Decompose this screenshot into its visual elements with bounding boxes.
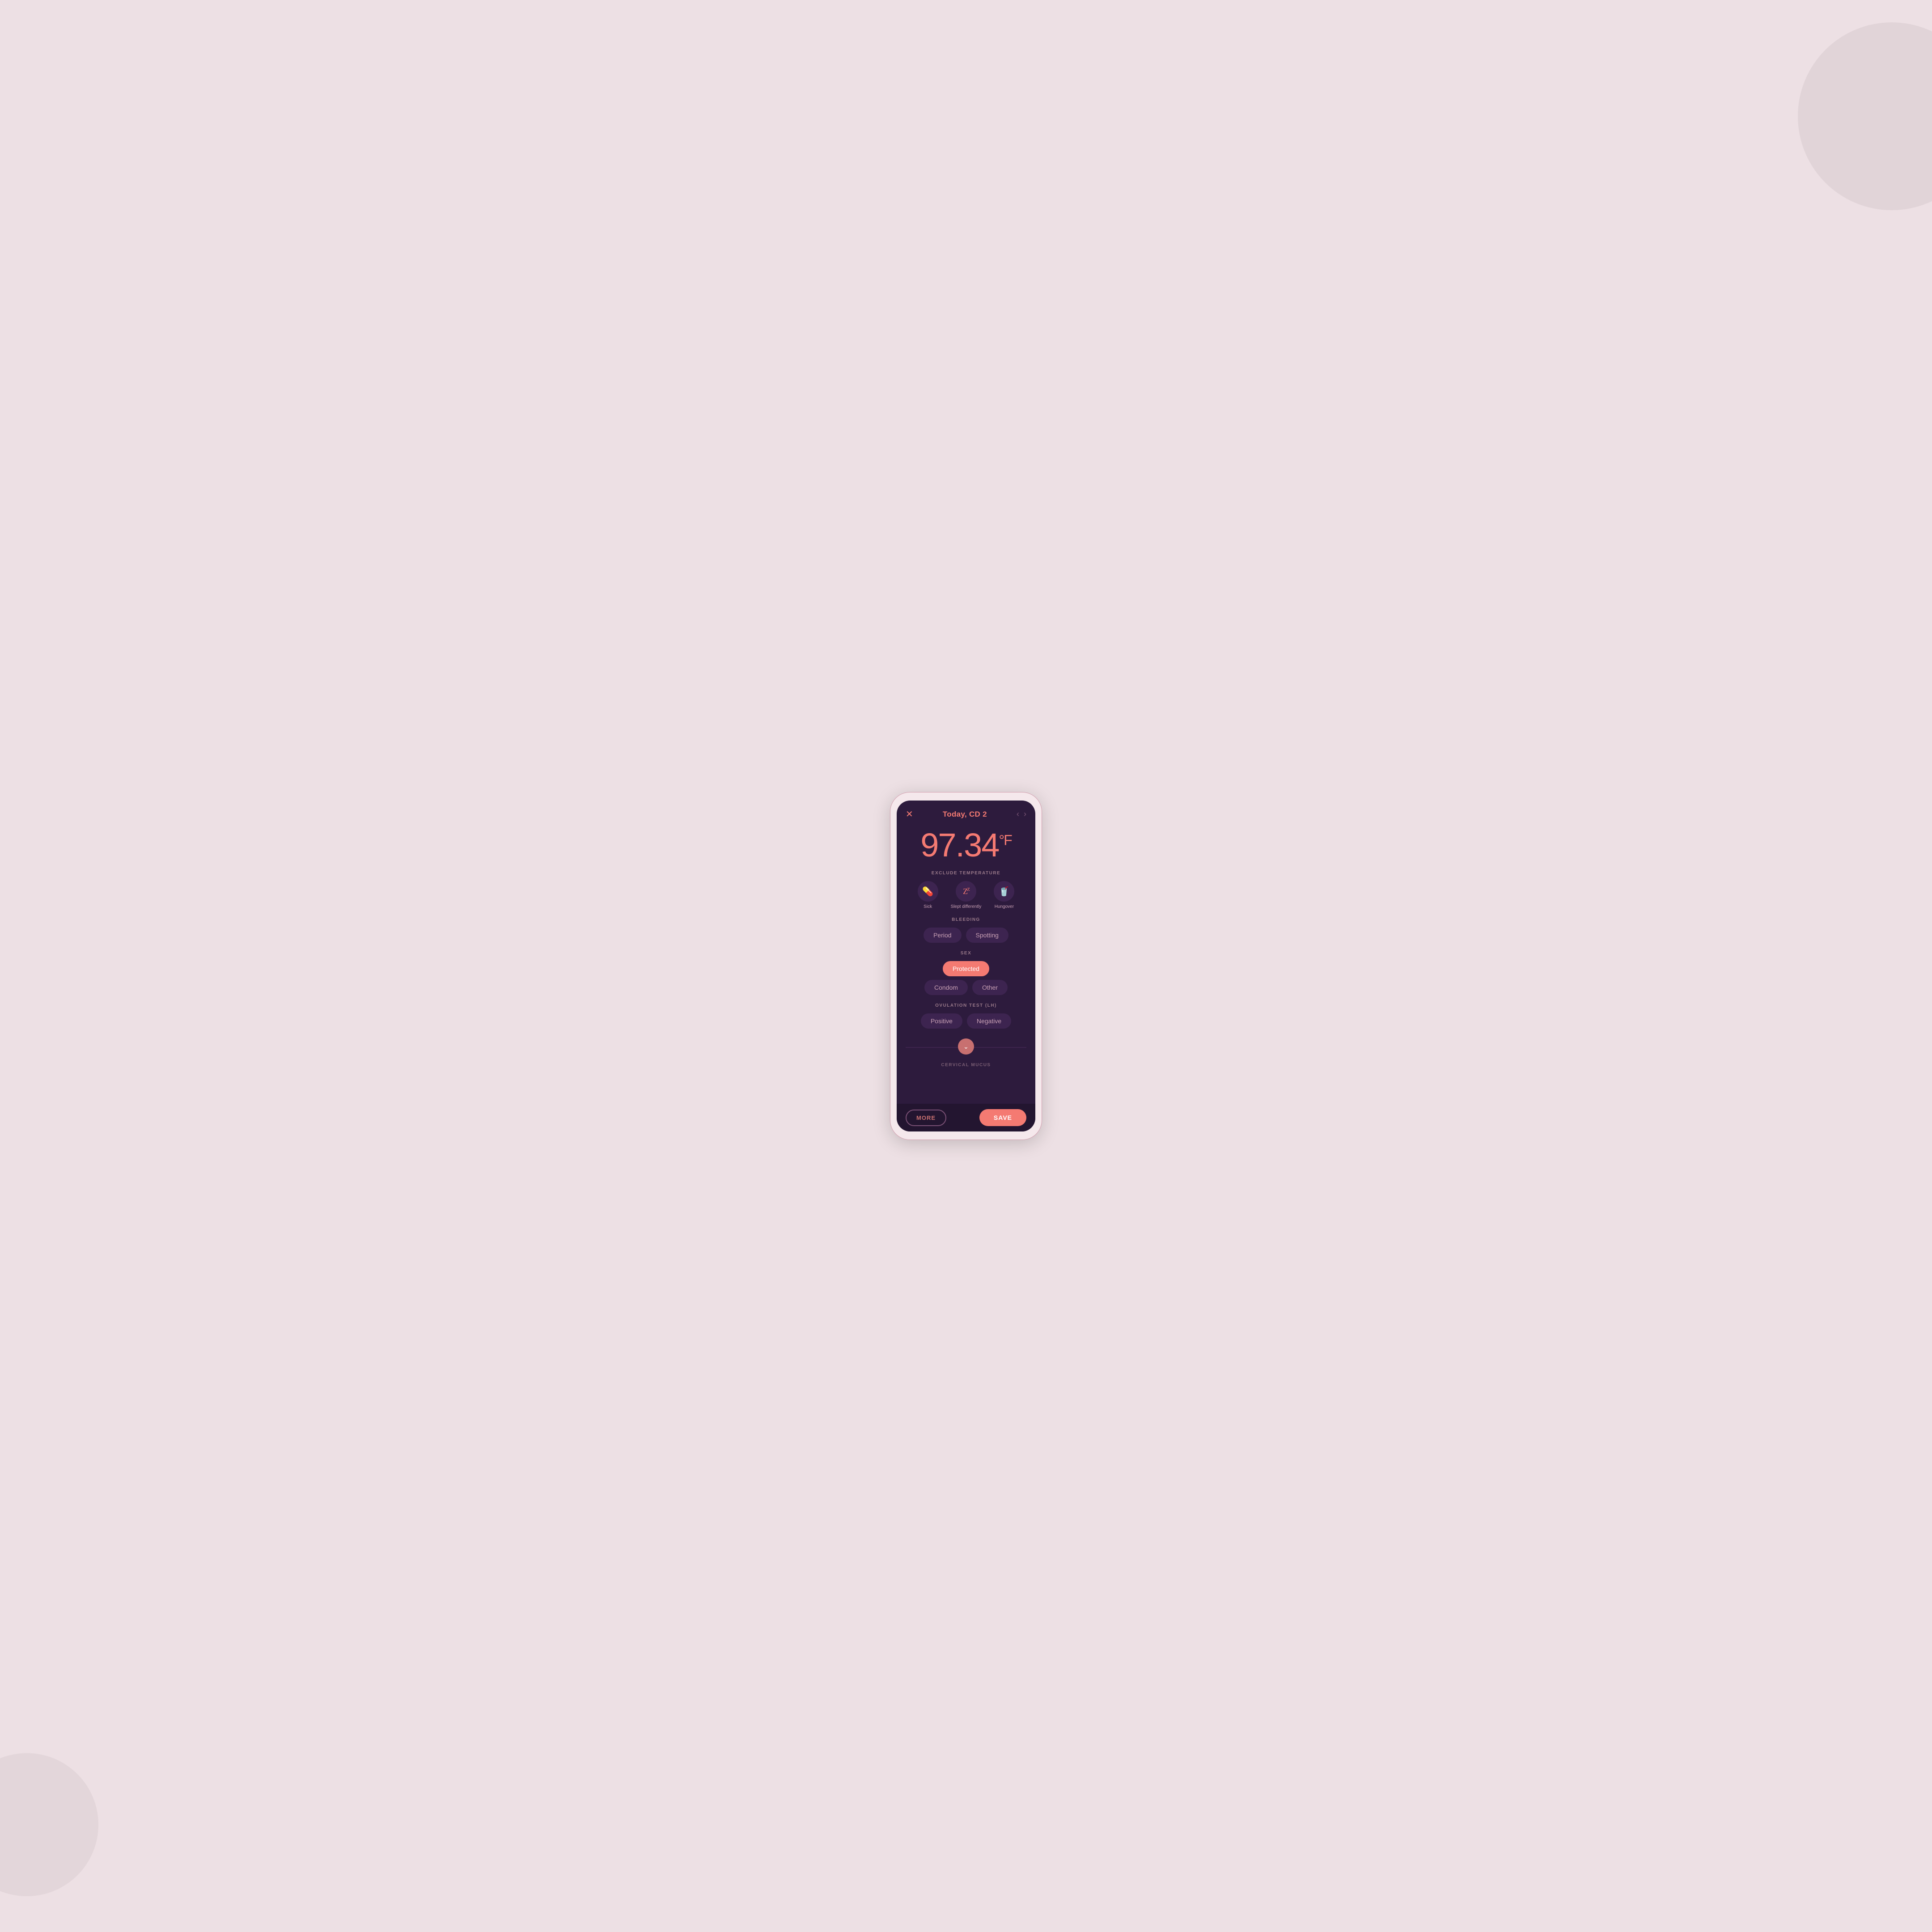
exclude-item-sick[interactable]: 💊 Sick bbox=[918, 881, 938, 909]
exclude-temperature-label: EXCLUDE TEMPERATURE bbox=[906, 871, 1026, 876]
cervical-mucus-label: CERVICAL MUCUS bbox=[897, 1060, 1035, 1070]
phone-frame: ✕ Today, CD 2 ‹ › 97.34°F EXCLUDE TEMPER… bbox=[890, 792, 1042, 1140]
other-button[interactable]: Other bbox=[972, 980, 1008, 995]
exclude-icons-row: 💊 Sick ZZ Slept differently 🥤 Hungover bbox=[906, 881, 1026, 909]
condom-button[interactable]: Condom bbox=[924, 980, 968, 995]
bleeding-section: BLEEDING Period Spotting bbox=[897, 917, 1035, 949]
divider-section: ⌄ bbox=[897, 1035, 1035, 1060]
slept-differently-label: Slept differently bbox=[951, 904, 982, 909]
screen-content: ✕ Today, CD 2 ‹ › 97.34°F EXCLUDE TEMPER… bbox=[897, 801, 1035, 1104]
bottom-bar: MORE SAVE bbox=[897, 1104, 1035, 1131]
bg-circle-right bbox=[1798, 22, 1932, 210]
exclude-temperature-section: EXCLUDE TEMPERATURE 💊 Sick ZZ Slept diff… bbox=[897, 871, 1035, 915]
temperature-section: 97.34°F bbox=[897, 824, 1035, 869]
negative-button[interactable]: Negative bbox=[967, 1013, 1011, 1029]
bleeding-options: Period Spotting bbox=[906, 928, 1026, 943]
ovulation-options: Positive Negative bbox=[906, 1013, 1026, 1029]
sick-label: Sick bbox=[924, 904, 932, 909]
temperature-display: 97.34°F bbox=[906, 829, 1026, 862]
ovulation-label: OVULATION TEST (LH) bbox=[906, 1003, 1026, 1008]
exclude-item-slept-differently[interactable]: ZZ Slept differently bbox=[951, 881, 982, 909]
bleeding-label: BLEEDING bbox=[906, 917, 1026, 922]
exclude-item-hungover[interactable]: 🥤 Hungover bbox=[994, 881, 1014, 909]
header-title: Today, CD 2 bbox=[943, 810, 987, 819]
positive-button[interactable]: Positive bbox=[921, 1013, 962, 1029]
sex-sub-options: Condom Other bbox=[906, 980, 1026, 995]
header-nav: ‹ › bbox=[1017, 809, 1026, 819]
nav-back-button[interactable]: ‹ bbox=[1017, 809, 1019, 819]
phone-screen: ✕ Today, CD 2 ‹ › 97.34°F EXCLUDE TEMPER… bbox=[897, 801, 1035, 1131]
sex-label: SEX bbox=[906, 951, 1026, 956]
hungover-icon: 🥤 bbox=[994, 881, 1014, 902]
protected-button[interactable]: Protected bbox=[943, 961, 989, 976]
ovulation-section: OVULATION TEST (LH) Positive Negative bbox=[897, 1003, 1035, 1035]
sex-section: SEX Protected Condom Other bbox=[897, 951, 1035, 1001]
spotting-button[interactable]: Spotting bbox=[966, 928, 1008, 943]
temperature-unit: °F bbox=[999, 832, 1011, 848]
close-button[interactable]: ✕ bbox=[906, 809, 913, 820]
more-button[interactable]: MORE bbox=[906, 1110, 946, 1126]
period-button[interactable]: Period bbox=[924, 928, 961, 943]
nav-forward-button[interactable]: › bbox=[1024, 809, 1026, 819]
sick-icon: 💊 bbox=[918, 881, 938, 902]
bg-circle-left bbox=[0, 1753, 98, 1896]
save-button[interactable]: SAVE bbox=[979, 1109, 1026, 1126]
header: ✕ Today, CD 2 ‹ › bbox=[897, 801, 1035, 824]
expand-button[interactable]: ⌄ bbox=[958, 1038, 974, 1055]
temperature-value: 97.34 bbox=[920, 826, 999, 864]
slept-differently-icon: ZZ bbox=[956, 881, 976, 902]
sex-protected-row: Protected bbox=[906, 961, 1026, 976]
hungover-label: Hungover bbox=[995, 904, 1014, 909]
